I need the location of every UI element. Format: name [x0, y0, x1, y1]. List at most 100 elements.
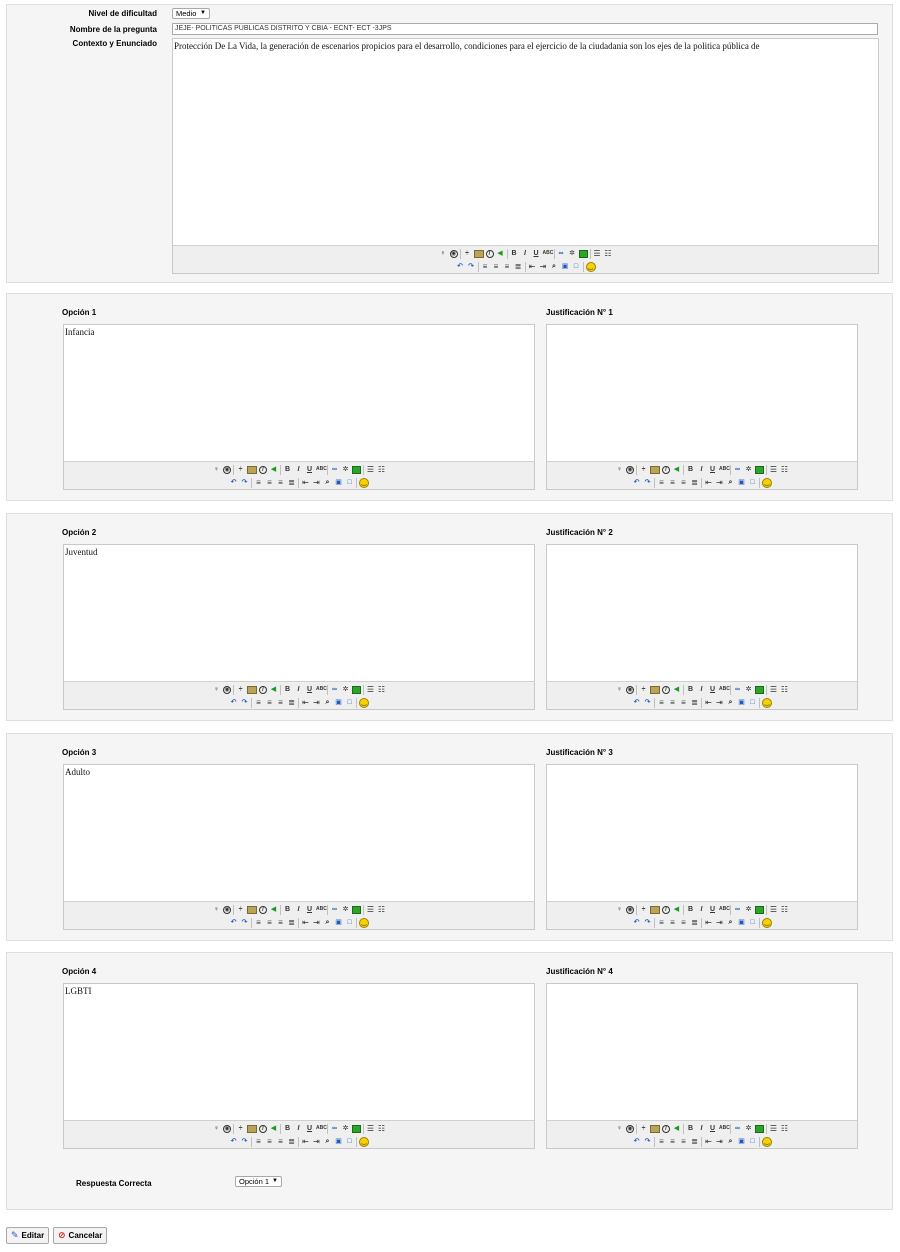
- flash-icon[interactable]: /: [485, 249, 494, 258]
- indent-icon[interactable]: ⇥: [715, 698, 724, 707]
- paste-icon[interactable]: ▣: [334, 698, 343, 707]
- bold-icon[interactable]: B: [510, 249, 519, 258]
- bold-icon[interactable]: B: [686, 685, 695, 694]
- outdent-icon[interactable]: ⇤: [301, 918, 310, 927]
- outdent-icon[interactable]: ⇤: [704, 478, 713, 487]
- underline-icon[interactable]: U: [532, 249, 541, 258]
- flash-icon[interactable]: /: [259, 465, 267, 474]
- paste-word-icon[interactable]: □: [572, 262, 581, 271]
- numbered-list-icon[interactable]: ☷: [780, 1124, 789, 1133]
- bullet-list-icon[interactable]: ☰: [366, 1124, 375, 1133]
- image-icon[interactable]: [247, 685, 257, 694]
- align-center-icon[interactable]: ≡: [668, 698, 677, 707]
- indent-icon[interactable]: ⇥: [539, 262, 548, 271]
- option-editor[interactable]: LGBTI ♀ ◉ ÷ / ◀ B I U ABC ∞ ✲ ☰ ☷ ↶ ↷ ≡ …: [63, 983, 535, 1149]
- audio-icon[interactable]: ◉: [626, 685, 634, 694]
- numbered-list-icon[interactable]: ☷: [780, 685, 789, 694]
- paste-icon[interactable]: ▣: [334, 478, 343, 487]
- flash-icon[interactable]: /: [259, 905, 267, 914]
- smiley-icon[interactable]: ‿: [762, 917, 772, 928]
- numbered-list-icon[interactable]: ☷: [780, 905, 789, 914]
- outdent-icon[interactable]: ⇤: [704, 918, 713, 927]
- strike-icon[interactable]: ÷: [236, 1124, 245, 1133]
- unlink-icon[interactable]: ✲: [744, 465, 753, 474]
- indent-icon[interactable]: ⇥: [312, 478, 321, 487]
- align-center-icon[interactable]: ≡: [265, 918, 274, 927]
- bold-icon[interactable]: B: [686, 905, 695, 914]
- audio-icon[interactable]: ◉: [626, 1124, 634, 1133]
- link-icon[interactable]: ∞: [330, 905, 339, 914]
- undo-icon[interactable]: ↶: [229, 918, 238, 927]
- undo-icon[interactable]: ↶: [229, 698, 238, 707]
- sound-icon[interactable]: ◀: [269, 465, 278, 474]
- outdent-icon[interactable]: ⇤: [301, 1137, 310, 1146]
- image-icon[interactable]: [247, 465, 257, 474]
- difficulty-select[interactable]: Medio ▼: [172, 8, 210, 19]
- align-right-icon[interactable]: ≡: [276, 918, 285, 927]
- option-editor-content[interactable]: Infancia: [64, 325, 534, 339]
- align-right-icon[interactable]: ≡: [679, 918, 688, 927]
- image-icon[interactable]: [473, 249, 484, 258]
- align-center-icon[interactable]: ≡: [668, 1137, 677, 1146]
- outdent-icon[interactable]: ⇤: [301, 698, 310, 707]
- question-name-input[interactable]: JEJE- POLITICAS PÚBLICAS DISTRITO Y CBIA…: [172, 23, 878, 35]
- justification-editor[interactable]: ♀ ◉ ÷ / ◀ B I U ABC ∞ ✲ ☰ ☷ ↶ ↷ ≡ ≡ ≡ ≣ …: [546, 324, 858, 490]
- audio-icon[interactable]: ◉: [223, 685, 231, 694]
- spellcheck-icon[interactable]: ABC: [316, 465, 327, 474]
- microphone-icon[interactable]: ♀: [212, 1124, 221, 1133]
- microphone-icon[interactable]: ♀: [615, 905, 624, 914]
- justification-editor-content[interactable]: [547, 765, 857, 769]
- link-icon[interactable]: ∞: [733, 685, 742, 694]
- preview-icon[interactable]: ⌕: [323, 698, 332, 707]
- justify-icon[interactable]: ≣: [287, 918, 296, 927]
- unlink-icon[interactable]: ✲: [341, 905, 350, 914]
- table-icon[interactable]: [352, 905, 361, 914]
- align-left-icon[interactable]: ≡: [657, 698, 666, 707]
- smiley-icon[interactable]: ‿: [359, 477, 369, 488]
- redo-icon[interactable]: ↷: [643, 478, 652, 487]
- link-icon[interactable]: ∞: [733, 1124, 742, 1133]
- spellcheck-icon[interactable]: ABC: [316, 685, 327, 694]
- justification-editor-content[interactable]: [547, 984, 857, 988]
- spellcheck-icon[interactable]: ABC: [719, 685, 730, 694]
- align-center-icon[interactable]: ≡: [668, 918, 677, 927]
- strike-icon[interactable]: ÷: [639, 1124, 648, 1133]
- table-icon[interactable]: [352, 1124, 361, 1133]
- link-icon[interactable]: ∞: [330, 465, 339, 474]
- preview-icon[interactable]: ⌕: [323, 1137, 332, 1146]
- paste-word-icon[interactable]: □: [345, 698, 354, 707]
- redo-icon[interactable]: ↷: [643, 918, 652, 927]
- align-right-icon[interactable]: ≡: [503, 262, 512, 271]
- microphone-icon[interactable]: ♀: [615, 465, 624, 474]
- context-editor-content[interactable]: Protección De La Vida, la generación de …: [173, 39, 878, 53]
- numbered-list-icon[interactable]: ☷: [604, 249, 613, 258]
- microphone-icon[interactable]: ♀: [212, 685, 221, 694]
- link-icon[interactable]: ∞: [330, 1124, 339, 1133]
- unlink-icon[interactable]: ✲: [341, 1124, 350, 1133]
- paste-icon[interactable]: ▣: [737, 918, 746, 927]
- numbered-list-icon[interactable]: ☷: [377, 685, 386, 694]
- microphone-icon[interactable]: ♀: [212, 465, 221, 474]
- align-right-icon[interactable]: ≡: [276, 478, 285, 487]
- unlink-icon[interactable]: ✲: [744, 685, 753, 694]
- unlink-icon[interactable]: ✲: [744, 905, 753, 914]
- justify-icon[interactable]: ≣: [690, 918, 699, 927]
- paste-icon[interactable]: ▣: [737, 698, 746, 707]
- flash-icon[interactable]: /: [259, 1124, 267, 1133]
- justification-editor[interactable]: ♀ ◉ ÷ / ◀ B I U ABC ∞ ✲ ☰ ☷ ↶ ↷ ≡ ≡ ≡ ≣ …: [546, 544, 858, 710]
- option-editor-content[interactable]: Adulto: [64, 765, 534, 779]
- paste-icon[interactable]: ▣: [737, 1137, 746, 1146]
- correct-answer-select[interactable]: Opción 1 ▼: [235, 1176, 282, 1187]
- link-icon[interactable]: ∞: [557, 249, 566, 258]
- preview-icon[interactable]: ⌕: [726, 698, 735, 707]
- preview-icon[interactable]: ⌕: [323, 478, 332, 487]
- bullet-list-icon[interactable]: ☰: [593, 249, 602, 258]
- option-editor[interactable]: Juventud ♀ ◉ ÷ / ◀ B I U ABC ∞ ✲ ☰ ☷ ↶ ↷…: [63, 544, 535, 710]
- paste-word-icon[interactable]: □: [748, 1137, 757, 1146]
- justification-editor-content[interactable]: [547, 545, 857, 549]
- flash-icon[interactable]: /: [662, 685, 670, 694]
- image-icon[interactable]: [650, 1124, 660, 1133]
- strike-icon[interactable]: ÷: [639, 465, 648, 474]
- spellcheck-icon[interactable]: ABC: [719, 905, 730, 914]
- preview-icon[interactable]: ⌕: [726, 918, 735, 927]
